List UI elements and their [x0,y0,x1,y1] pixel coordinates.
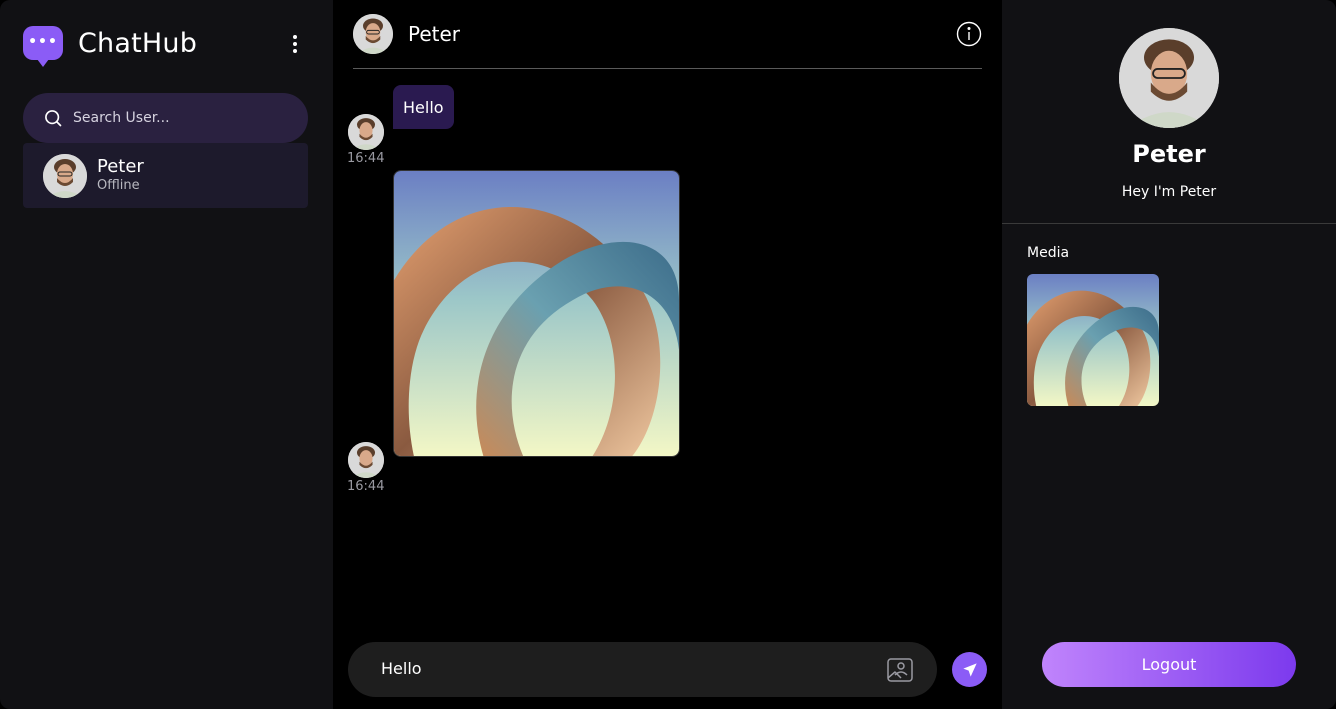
message-composer [348,642,937,697]
chat-logo-icon: ••• [23,26,63,67]
message-time: 16:44 [347,479,385,494]
more-vertical-icon[interactable] [285,32,305,60]
profile-avatar [1119,28,1219,128]
profile-name: Peter [1132,140,1206,168]
logout-button[interactable]: Logout [1042,642,1296,687]
media-title: Media [1027,245,1070,261]
user-meta: Peter Offline [97,155,144,195]
sidebar: ••• ChatHub Peter [0,0,333,709]
user-name: Peter [97,155,144,177]
app-name: ChatHub [78,27,198,59]
message-avatar [348,442,384,478]
media-thumbnail[interactable] [1027,274,1159,406]
profile-bio: Hey I'm Peter [1121,184,1217,200]
profile-panel: Peter Hey I'm Peter Media Logout [1002,0,1336,709]
chat-header-avatar [353,14,393,54]
search-input[interactable] [73,110,293,126]
message-input[interactable] [381,659,861,678]
user-status: Offline [97,177,140,193]
chat-title: Peter [408,22,461,46]
search-bar [23,93,308,143]
message-time: 16:44 [347,151,385,166]
search-icon [45,110,62,127]
info-icon[interactable] [956,21,982,47]
chat-app: ••• ChatHub Peter [0,0,1336,709]
send-button[interactable] [952,652,987,687]
user-list-item[interactable]: Peter Offline [23,143,308,208]
chat-header: Peter [353,0,982,69]
send-icon [962,662,977,677]
brand: ••• ChatHub [23,26,198,67]
divider [1002,223,1336,224]
message-bubble: Hello [393,85,454,129]
avatar [43,153,87,198]
message-image[interactable] [393,170,680,457]
message-avatar [348,114,384,150]
image-upload-icon[interactable] [886,656,914,684]
